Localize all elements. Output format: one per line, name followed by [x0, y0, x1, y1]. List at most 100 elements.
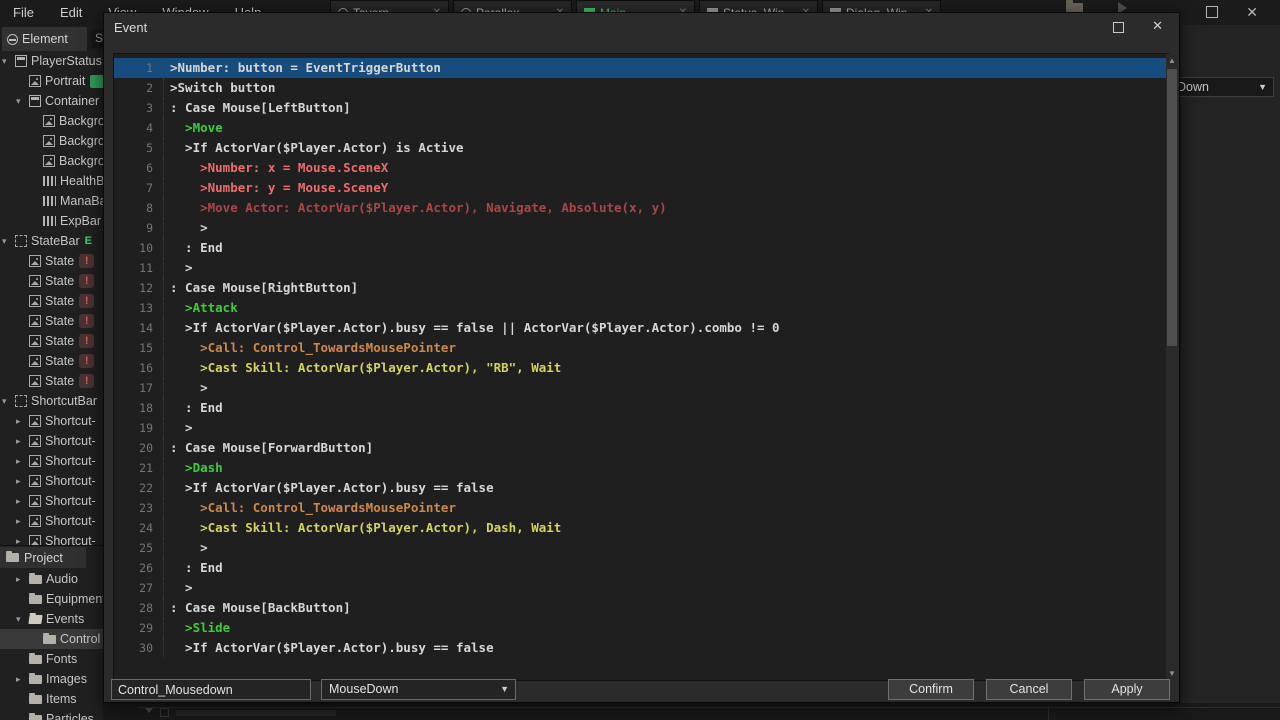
tab-element[interactable]: Element	[2, 27, 87, 51]
expander-icon[interactable]: ▸	[16, 456, 29, 467]
dialog-close-button[interactable]: ✕	[1152, 18, 1163, 34]
element-tree-item-healthbar[interactable]: HealthBar	[0, 171, 103, 191]
project-tree-item-control[interactable]: Control	[0, 629, 103, 649]
code-line-8[interactable]: 8 >Move Actor: ActorVar($Player.Actor), …	[114, 198, 1168, 218]
editor-scrollbar[interactable]: ▲ ▼	[1166, 54, 1178, 680]
code-line-5[interactable]: 5 >If ActorVar($Player.Actor) is Active	[114, 138, 1168, 158]
element-tree-item-background[interactable]: Background	[0, 151, 103, 171]
code-line-30[interactable]: 30 >If ActorVar($Player.Actor).busy == f…	[114, 638, 1168, 658]
app-maximize-button[interactable]	[1206, 6, 1218, 18]
menu-item-edit[interactable]: Edit	[47, 0, 95, 25]
code-line-20[interactable]: 20: Case Mouse[ForwardButton]	[114, 438, 1168, 458]
expander-icon[interactable]: ▾	[2, 56, 15, 67]
code-line-16[interactable]: 16 >Cast Skill: ActorVar($Player.Actor),…	[114, 358, 1168, 378]
scroll-up-icon[interactable]: ▲	[1166, 56, 1178, 65]
project-tree-item-particles[interactable]: Particles	[0, 709, 103, 720]
confirm-button[interactable]: Confirm	[888, 679, 974, 700]
element-tree-item-shortcut[interactable]: ▸Shortcut-	[0, 411, 103, 431]
code-line-4[interactable]: 4 >Move	[114, 118, 1168, 138]
expander-icon[interactable]: ▸	[16, 416, 29, 427]
element-tree-item-shortcut[interactable]: ▸Shortcut-	[0, 491, 103, 511]
search-tab-fragment[interactable]: Se	[91, 29, 103, 48]
element-tree-item-state[interactable]: State!	[0, 271, 103, 291]
element-tree-item-background[interactable]: Background	[0, 111, 103, 131]
code-line-24[interactable]: 24 >Cast Skill: ActorVar($Player.Actor),…	[114, 518, 1168, 538]
element-tree-item-playerstatus[interactable]: ▾PlayerStatus	[0, 51, 103, 71]
menu-item-file[interactable]: File	[0, 0, 47, 25]
expander-icon[interactable]: ▸	[16, 674, 29, 685]
element-tree-item-state[interactable]: State!	[0, 371, 103, 391]
dialog-maximize-button[interactable]	[1113, 22, 1124, 33]
code-line-1[interactable]: 1>Number: button = EventTriggerButton	[114, 58, 1168, 78]
element-tree-item-shortcut[interactable]: ▸Shortcut-	[0, 511, 103, 531]
code-line-17[interactable]: 17 >	[114, 378, 1168, 398]
code-line-14[interactable]: 14 >If ActorVar($Player.Actor).busy == f…	[114, 318, 1168, 338]
project-tree-item-equipment[interactable]: Equipment	[0, 589, 103, 609]
element-tree-item-state[interactable]: State!	[0, 331, 103, 351]
code-line-9[interactable]: 9 >	[114, 218, 1168, 238]
code-line-3[interactable]: 3: Case Mouse[LeftButton]	[114, 98, 1168, 118]
element-tree-item-background[interactable]: Background	[0, 131, 103, 151]
element-tree-item-state[interactable]: State!	[0, 351, 103, 371]
code-line-22[interactable]: 22 >If ActorVar($Player.Actor).busy == f…	[114, 478, 1168, 498]
code-line-11[interactable]: 11 >	[114, 258, 1168, 278]
code-line-10[interactable]: 10 : End	[114, 238, 1168, 258]
project-tree-item-events[interactable]: ▾Events	[0, 609, 103, 629]
code-line-6[interactable]: 6 >Number: x = Mouse.SceneX	[114, 158, 1168, 178]
tree-label: State	[45, 274, 74, 288]
image-icon	[29, 255, 41, 267]
script-editor[interactable]: 1>Number: button = EventTriggerButton2>S…	[113, 53, 1169, 681]
project-tree-item-fonts[interactable]: Fonts	[0, 649, 103, 669]
expander-icon[interactable]: ▾	[16, 614, 29, 625]
code-line-7[interactable]: 7 >Number: y = Mouse.SceneY	[114, 178, 1168, 198]
code-line-21[interactable]: 21 >Dash	[114, 458, 1168, 478]
tab-project[interactable]: Project	[0, 547, 86, 568]
element-tree-item-portrait[interactable]: Portrait	[0, 71, 103, 91]
element-tree-item-shortcut[interactable]: ▸Shortcut-	[0, 451, 103, 471]
code-line-19[interactable]: 19 >	[114, 418, 1168, 438]
expander-icon[interactable]: ▾	[2, 396, 15, 407]
cancel-button[interactable]: Cancel	[986, 679, 1072, 700]
element-tree-item-statebar[interactable]: ▾StateBarE	[0, 231, 103, 251]
trigger-dropdown-remnant[interactable]: Down ▼	[1168, 77, 1274, 97]
element-tree-item-container[interactable]: ▾Container	[0, 91, 103, 111]
project-tree-item-images[interactable]: ▸Images	[0, 669, 103, 689]
element-tree-item-state[interactable]: State!	[0, 311, 103, 331]
element-tree-item-state[interactable]: State!	[0, 291, 103, 311]
code-line-26[interactable]: 26 : End	[114, 558, 1168, 578]
code-line-13[interactable]: 13 >Attack	[114, 298, 1168, 318]
code-line-28[interactable]: 28: Case Mouse[BackButton]	[114, 598, 1168, 618]
element-tree-item-shortcut[interactable]: ▸Shortcut-	[0, 431, 103, 451]
element-tree-item-state[interactable]: State!	[0, 251, 103, 271]
code-line-23[interactable]: 23 >Call: Control_TowardsMousePointer	[114, 498, 1168, 518]
code-line-15[interactable]: 15 >Call: Control_TowardsMousePointer	[114, 338, 1168, 358]
scroll-down-icon[interactable]: ▼	[1166, 669, 1178, 678]
code-line-18[interactable]: 18 : End	[114, 398, 1168, 418]
scrollbar-thumb[interactable]	[1167, 69, 1177, 346]
project-tree-item-items[interactable]: Items	[0, 689, 103, 709]
dialog-title-bar[interactable]: Event	[104, 13, 1179, 41]
expander-icon[interactable]: ▾	[2, 236, 15, 247]
expander-icon[interactable]: ▸	[16, 516, 29, 527]
code-text: >Slide	[164, 618, 230, 638]
element-tree-item-expbar[interactable]: ExpBar	[0, 211, 103, 231]
code-line-12[interactable]: 12: Case Mouse[RightButton]	[114, 278, 1168, 298]
expander-icon[interactable]: ▸	[16, 436, 29, 447]
app-close-button[interactable]: ✕	[1246, 3, 1258, 21]
code-line-29[interactable]: 29 >Slide	[114, 618, 1168, 638]
code-line-27[interactable]: 27 >	[114, 578, 1168, 598]
element-tree-item-shortcutbar[interactable]: ▾ShortcutBar	[0, 391, 103, 411]
apply-button[interactable]: Apply	[1084, 679, 1170, 700]
expander-icon[interactable]: ▸	[16, 476, 29, 487]
element-tree-item-shortcut[interactable]: ▸Shortcut-	[0, 471, 103, 491]
trigger-dropdown[interactable]: MouseDown ▼	[321, 679, 516, 700]
expander-icon[interactable]: ▸	[16, 574, 29, 585]
line-number: 30	[114, 638, 164, 658]
code-line-2[interactable]: 2>Switch button	[114, 78, 1168, 98]
expander-icon[interactable]: ▾	[16, 96, 29, 107]
event-name-input[interactable]	[111, 679, 311, 700]
element-tree-item-manabar[interactable]: ManaBar	[0, 191, 103, 211]
expander-icon[interactable]: ▸	[16, 496, 29, 507]
project-tree-item-audio[interactable]: ▸Audio	[0, 569, 103, 589]
code-line-25[interactable]: 25 >	[114, 538, 1168, 558]
